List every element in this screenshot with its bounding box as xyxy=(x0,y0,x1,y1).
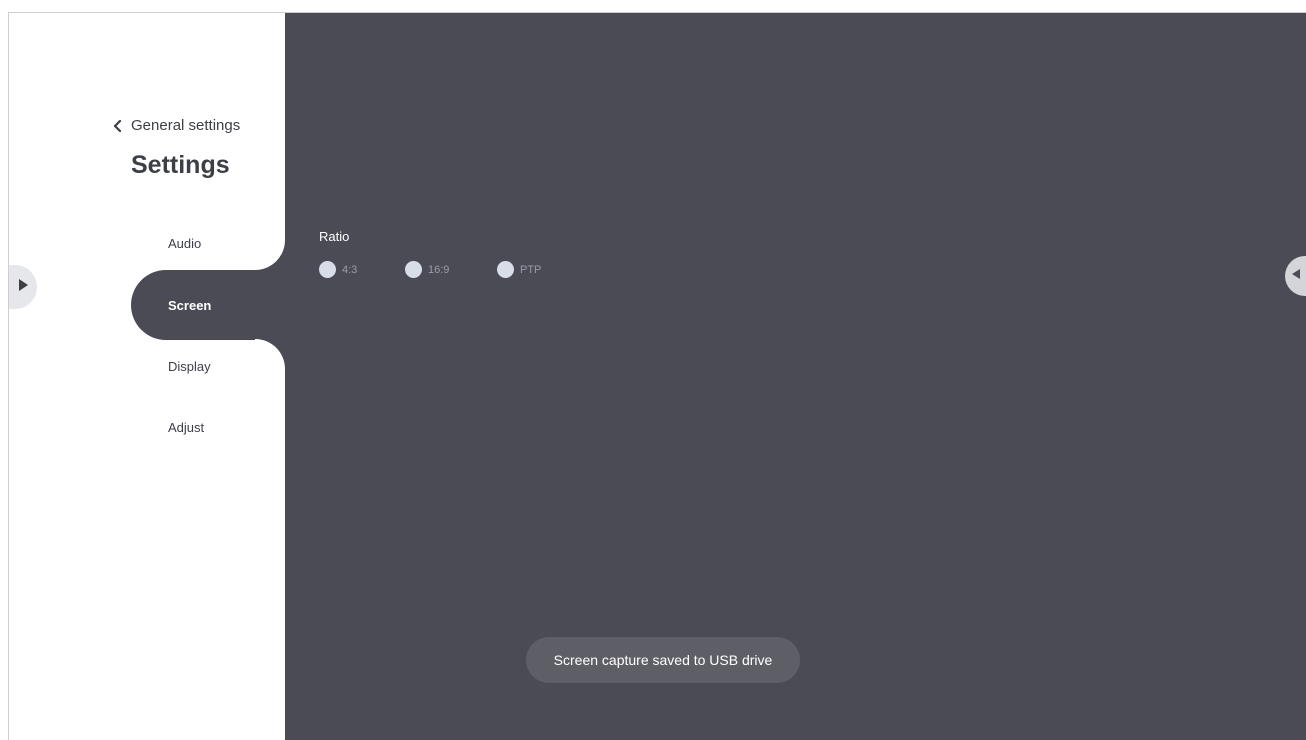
sidebar-item-label: Display xyxy=(168,358,211,374)
radio-button-icon xyxy=(497,261,514,278)
ratio-radio-group: 4:3 16:9 PTP xyxy=(319,261,577,278)
play-left-icon xyxy=(1291,267,1301,285)
expand-right-tab[interactable] xyxy=(1285,256,1306,296)
page-title: Settings xyxy=(131,151,230,179)
expand-left-tab[interactable] xyxy=(9,265,37,309)
radio-button-icon xyxy=(405,261,422,278)
ratio-option-label: 4:3 xyxy=(342,263,358,276)
play-right-icon xyxy=(17,278,29,297)
sidebar-item-label: Audio xyxy=(168,235,202,251)
chevron-left-icon xyxy=(113,119,123,132)
radio-button-icon xyxy=(319,261,336,278)
sidebar-item-display[interactable]: Display xyxy=(131,331,285,401)
ratio-label: Ratio xyxy=(319,229,350,244)
ratio-option-label: PTP xyxy=(520,263,542,276)
ratio-option-16-9[interactable]: 16:9 xyxy=(405,261,497,278)
sidebar-item-label: Screen xyxy=(168,297,212,313)
sidebar-item-screen[interactable]: Screen xyxy=(131,270,285,340)
settings-window: General settings Settings Audio Screen D… xyxy=(8,12,1306,740)
toast-message: Screen capture saved to USB drive xyxy=(526,637,800,683)
settings-sidebar: General settings Settings Audio Screen D… xyxy=(9,13,285,740)
sidebar-item-label: Adjust xyxy=(168,419,205,435)
ratio-option-label: 16:9 xyxy=(428,263,450,276)
sidebar-item-adjust[interactable]: Adjust xyxy=(131,392,285,462)
screen-settings-panel: Ratio 4:3 16:9 PTP Screen capture saved … xyxy=(285,13,1306,740)
back-link[interactable]: General settings xyxy=(113,117,240,134)
ratio-option-ptp[interactable]: PTP xyxy=(497,261,577,278)
tab-corner-top xyxy=(255,240,285,270)
ratio-option-4-3[interactable]: 4:3 xyxy=(319,261,405,278)
back-link-label: General settings xyxy=(131,117,241,134)
